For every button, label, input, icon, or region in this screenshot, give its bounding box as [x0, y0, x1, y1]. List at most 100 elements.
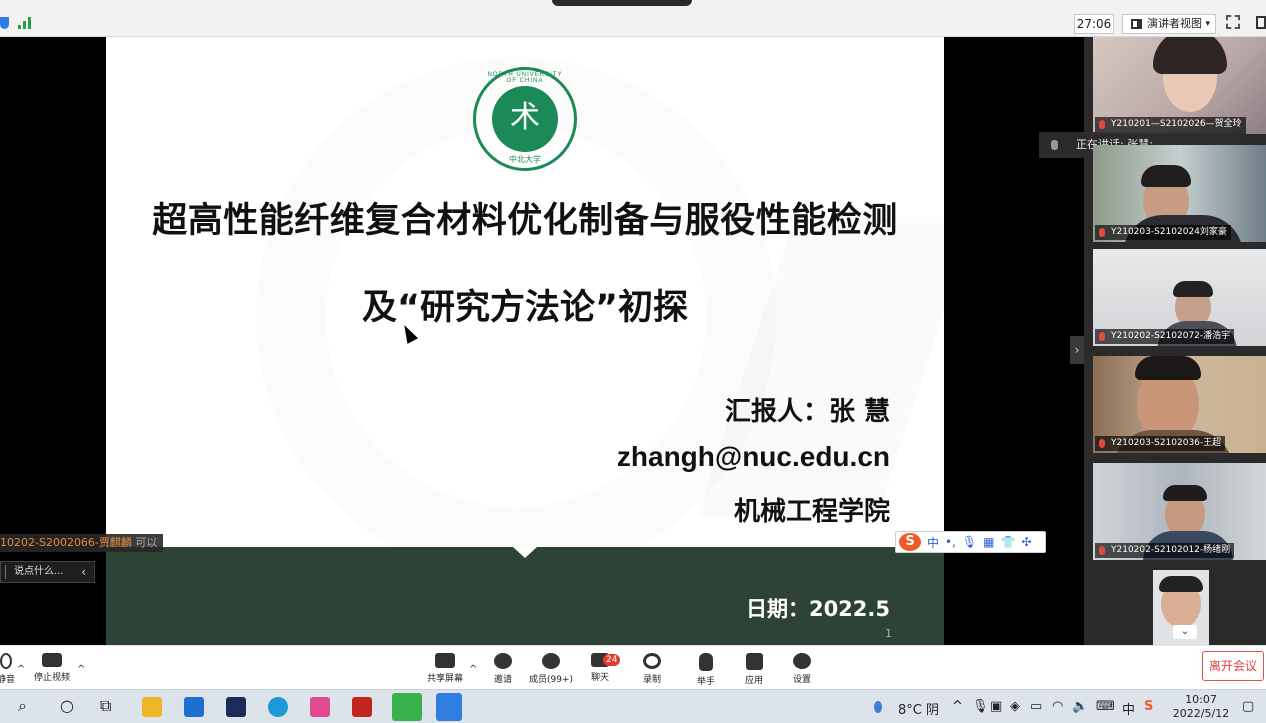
chat-input[interactable]: 说点什么... ‹	[0, 561, 95, 583]
zy-app-icon[interactable]	[352, 697, 372, 717]
meeting-timer: 27:06	[1074, 14, 1114, 34]
task-view-icon[interactable]: ⧉	[100, 696, 111, 716]
microphone-icon	[0, 653, 12, 669]
keyboard-icon[interactable]: ▦	[983, 535, 994, 549]
add-user-icon	[494, 653, 512, 669]
members-button[interactable]: 成员(99+)	[524, 649, 578, 685]
share-screen-label: 共享屏幕	[426, 674, 463, 684]
slide-page-number: 1	[885, 627, 892, 640]
mic-muted-icon	[1099, 546, 1105, 555]
video-tile[interactable]: ⌄	[1093, 570, 1266, 645]
mic-muted-icon	[1099, 439, 1105, 448]
chevron-left-icon[interactable]: ‹	[81, 562, 86, 582]
video-tile[interactable]: Y210203-S2102024刘家豪	[1093, 145, 1266, 242]
layout-icon[interactable]	[1256, 16, 1266, 29]
wifi-icon[interactable]: ◠	[1052, 699, 1063, 714]
weather-icon[interactable]	[874, 701, 882, 713]
video-tile[interactable]: Y210202-S2102012-杨绪刚	[1093, 463, 1266, 560]
participant-name: Y210203-S2102024刘家豪	[1095, 225, 1231, 240]
search-icon[interactable]: ⌕	[18, 696, 27, 716]
shared-slide: NORTH UNIVERSITY OF CHINA 术 中北大学 超高性能纤维复…	[106, 37, 944, 645]
sogou-tray-icon[interactable]: S	[1144, 699, 1153, 714]
system-clock[interactable]: 10:07 2022/5/12	[1172, 693, 1230, 721]
members-icon	[542, 653, 560, 669]
notification-icon[interactable]: ▢	[1242, 699, 1254, 714]
chat-bubble: 10202-S2002066-贾麒麟 可以	[0, 534, 164, 552]
slide-email: zhangh@nuc.edu.cn	[616, 441, 890, 472]
microphone-icon[interactable]: 🎙	[962, 535, 977, 549]
chevron-down-icon[interactable]: ⌄	[1173, 625, 1197, 639]
mute-options-chevron-icon[interactable]: ^	[17, 664, 25, 675]
chat-input-placeholder: 说点什么...	[14, 566, 64, 577]
battery-icon[interactable]: ▭	[1030, 699, 1042, 714]
settings-label: 设置	[792, 675, 811, 685]
chat-sender: 10202-S2002066-贾麒麟	[0, 536, 132, 549]
network-signal-icon[interactable]	[18, 17, 34, 29]
logo-ring-text: NORTH UNIVERSITY OF CHINA	[487, 72, 563, 84]
shield-tray-icon[interactable]: ◈	[1010, 699, 1020, 714]
punctuation-icon[interactable]: •,	[945, 535, 956, 549]
slide-reporter: 汇报人：张 慧	[724, 397, 890, 427]
meeting-toolbar: 静音 停止视频 共享屏幕 邀请 成员(99+) 24 聊天 录制 举手 应用 设…	[0, 645, 1266, 689]
video-tile[interactable]: Y210202-S2102072-潘浩宇	[1093, 249, 1266, 346]
cortana-icon[interactable]: ○	[60, 696, 74, 715]
windows-taskbar: ⌕ ○ ⧉ 8°C 阴 ^ 🎙 ▣ ◈ ▭ ◠ 🔈 ⌨ 中 S 10:07 20…	[0, 689, 1266, 723]
sogou-logo-icon[interactable]: S	[899, 533, 921, 551]
tray-app-icon[interactable]: ▣	[990, 699, 1002, 714]
mic-muted-icon	[1099, 228, 1105, 237]
security-shield-icon[interactable]	[0, 17, 9, 29]
video-tile[interactable]: Y210201—S2102026—贺全玲	[1093, 37, 1266, 134]
ime-mode[interactable]: 中	[927, 534, 939, 551]
stop-video-button[interactable]: 停止视频	[24, 649, 80, 683]
settings-button[interactable]: 设置	[774, 649, 830, 685]
camera-icon	[42, 653, 62, 667]
logo-cn-text: 中北大学	[509, 155, 541, 164]
leave-meeting-button[interactable]: 离开会议	[1202, 651, 1264, 681]
photoshop-icon[interactable]	[226, 697, 246, 717]
presenter-view-button[interactable]: 演讲者视图 ▾	[1122, 14, 1216, 34]
edge-browser-icon[interactable]	[268, 697, 288, 717]
chat-divider	[5, 565, 6, 579]
keyboard-tray-icon[interactable]: ⌨	[1096, 699, 1115, 714]
presenter-view-label: 演讲者视图	[1147, 17, 1202, 30]
invite-label: 邀请	[493, 675, 512, 685]
hand-icon	[699, 653, 713, 671]
chevron-down-icon: ▾	[1205, 19, 1210, 29]
microphone-tray-icon[interactable]: 🎙	[972, 699, 989, 714]
mic-icon	[1051, 140, 1058, 150]
top-notch	[552, 0, 692, 6]
participant-name: Y210203-S2102036-王超	[1095, 436, 1226, 451]
slide-title-line1: 超高性能纤维复合材料优化制备与服役性能检测	[152, 201, 898, 241]
university-logo: NORTH UNIVERSITY OF CHINA 术 中北大学	[473, 67, 577, 171]
skin-icon[interactable]: 👕	[1001, 535, 1016, 549]
stop-video-label: 停止视频	[33, 673, 70, 683]
tencent-meeting-icon[interactable]	[436, 693, 462, 721]
invite-button[interactable]: 邀请	[475, 649, 531, 685]
share-options-chevron-icon[interactable]: ^	[469, 664, 477, 675]
file-explorer-icon[interactable]	[142, 697, 162, 717]
gear-icon	[793, 653, 811, 669]
footer-notch	[513, 547, 537, 558]
video-tile[interactable]: Y210203-S2102036-王超	[1093, 356, 1266, 453]
chevron-up-icon[interactable]: ^	[952, 699, 963, 714]
video-options-chevron-icon[interactable]: ^	[77, 664, 85, 675]
volume-icon[interactable]: 🔈	[1072, 699, 1088, 714]
weather-text[interactable]: 8°C 阴	[898, 699, 939, 718]
fullscreen-icon[interactable]	[1226, 15, 1240, 29]
record-label: 录制	[642, 675, 661, 685]
chat-badge: 24	[603, 654, 621, 666]
gallery-collapse-icon[interactable]: ›	[1070, 336, 1084, 364]
share-screen-button[interactable]: 共享屏幕	[417, 649, 473, 684]
slide-date: 日期：2022.5	[745, 597, 890, 621]
meeting-top-bar: 27:06 演讲者视图 ▾	[0, 0, 1266, 37]
ime-toolbar[interactable]: S 中 •, 🎙 ▦ 👕 ✣	[895, 531, 1046, 553]
app-icon[interactable]	[310, 697, 330, 717]
toolbox-icon[interactable]: ✣	[1021, 535, 1031, 549]
chat-button[interactable]: 24 聊天	[572, 649, 628, 683]
record-button[interactable]: 录制	[624, 649, 680, 685]
store-icon[interactable]	[184, 697, 204, 717]
slide-college: 机械工程学院	[733, 497, 890, 527]
record-icon	[643, 653, 661, 669]
wechat-icon[interactable]	[392, 693, 422, 721]
ime-indicator[interactable]: 中	[1122, 699, 1135, 718]
